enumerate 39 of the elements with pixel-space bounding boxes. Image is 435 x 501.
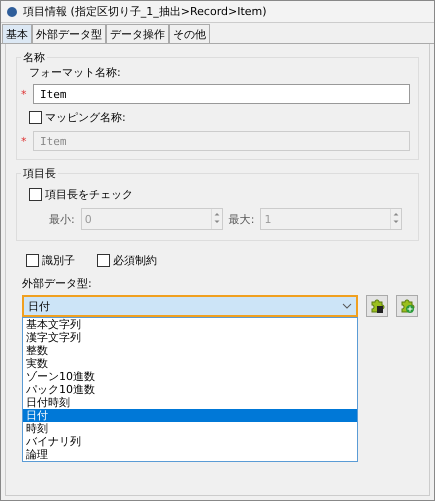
- window-title: 項目情報 (指定区切り子_1_抽出>Record>Item): [23, 4, 267, 19]
- field-label: 外部データ型:: [22, 276, 93, 291]
- dropdown[interactable]: 日付: [22, 295, 358, 317]
- dropdown-option[interactable]: 漢字文字列: [23, 331, 357, 344]
- puzzle-icon: [369, 298, 385, 314]
- checkbox-label: 識別子: [42, 253, 75, 268]
- tab[interactable]: データ操作: [106, 24, 169, 43]
- puzzle-add-icon: [399, 298, 415, 314]
- tab[interactable]: 基本: [2, 24, 32, 43]
- dropdown-option[interactable]: 日付時刻: [23, 396, 357, 409]
- required-mark: *: [21, 88, 28, 100]
- checkbox[interactable]: [26, 254, 39, 267]
- field-label: 最小:: [49, 212, 75, 226]
- dropdown-option[interactable]: 基本文字列: [23, 318, 357, 331]
- puzzle-icon-button[interactable]: [366, 295, 388, 317]
- checkbox-label: 必須制約: [113, 253, 157, 268]
- dropdown-option[interactable]: 時刻: [23, 422, 357, 435]
- dropdown-option[interactable]: ゾーン10進数: [23, 370, 357, 383]
- dropdown-option[interactable]: 論理: [23, 448, 357, 461]
- field-label: 最大:: [228, 212, 254, 226]
- checkbox-label: 項目長をチェック: [45, 187, 133, 202]
- checkbox[interactable]: [29, 111, 42, 124]
- caret-icon: [342, 303, 352, 309]
- tab[interactable]: その他: [169, 24, 210, 43]
- tab[interactable]: 外部データ型: [32, 24, 106, 43]
- group-title: 名称: [22, 50, 46, 65]
- checkbox-label: マッピング名称:: [45, 110, 126, 125]
- dropdown-option[interactable]: バイナリ列: [23, 435, 357, 448]
- dropdown-option[interactable]: 日付: [23, 409, 357, 422]
- group-title: 項目長: [22, 166, 57, 181]
- dropdown-option[interactable]: パック10進数: [23, 383, 357, 396]
- field-label: フォーマット名称:: [29, 65, 122, 80]
- dropdown-option[interactable]: 整数: [23, 344, 357, 357]
- puzzle-add-button[interactable]: [396, 295, 418, 317]
- checkbox[interactable]: [97, 254, 110, 267]
- required-mark: *: [21, 134, 28, 148]
- dropdown-option[interactable]: 実数: [23, 357, 357, 370]
- window-icon: [7, 6, 17, 16]
- input-field[interactable]: Item: [33, 84, 410, 104]
